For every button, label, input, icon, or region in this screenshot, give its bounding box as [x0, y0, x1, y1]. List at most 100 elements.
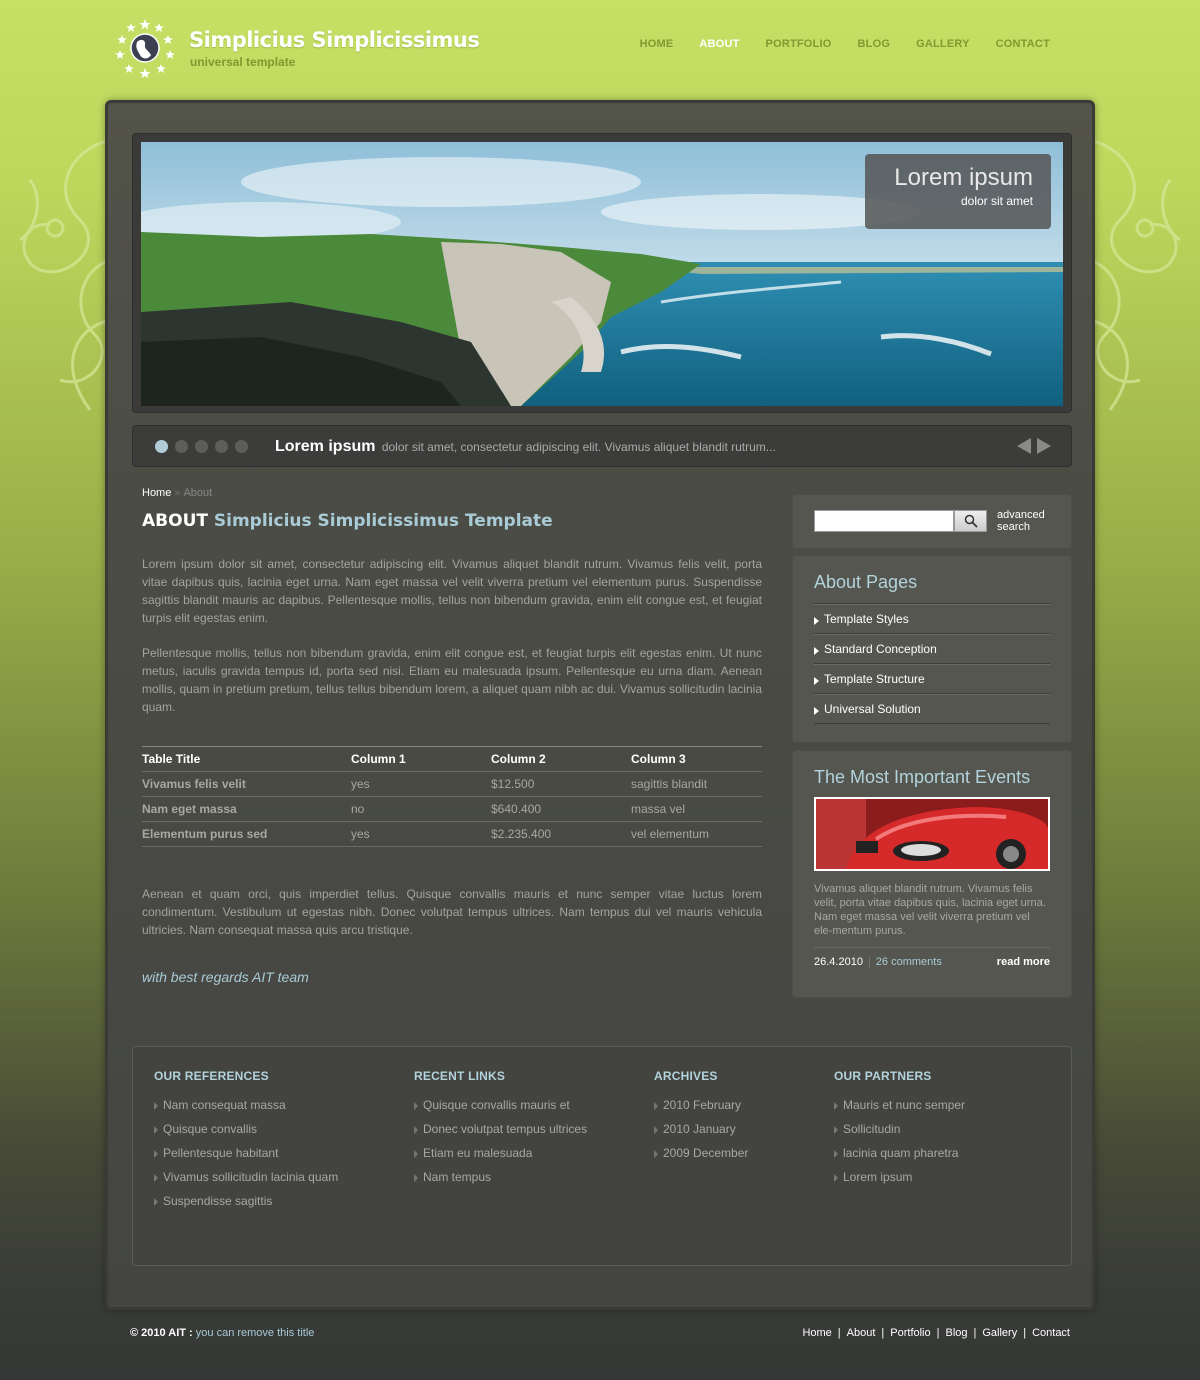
slider-dot-5[interactable] — [235, 440, 248, 453]
event-comments-link[interactable]: 26 comments — [876, 956, 942, 968]
slider-caption-subtitle: dolor sit amet — [960, 194, 1033, 208]
footer-link[interactable]: Nam tempus — [414, 1170, 587, 1194]
slider-controls: Lorem ipsum dolor sit amet, consectetur … — [132, 425, 1072, 467]
about-pages-list: Template Styles Standard Conception Temp… — [814, 603, 1050, 724]
about-pages-item-label: Standard Conception — [824, 642, 937, 656]
site-header: Simplicius Simplicissimus universal temp… — [0, 0, 1200, 95]
bottom-bar: © 2010 AIT : you can remove this title H… — [130, 1327, 1070, 1339]
page-title-prefix: ABOUT — [142, 511, 208, 531]
next-arrow-icon[interactable] — [1037, 438, 1051, 454]
slider-dot-1[interactable] — [155, 440, 168, 453]
nav-blog[interactable]: BLOG — [845, 38, 904, 50]
footer-link-label: Nam tempus — [423, 1170, 492, 1184]
bottom-link-blog[interactable]: Blog — [945, 1327, 967, 1339]
footer-link[interactable]: Suspendisse sagittis — [154, 1194, 338, 1218]
prev-arrow-icon[interactable] — [1017, 438, 1031, 454]
triangle-bullet-icon — [654, 1126, 658, 1134]
footer-column-title: OUR PARTNERS — [834, 1069, 932, 1083]
slider-dot-2[interactable] — [175, 440, 188, 453]
footer-link[interactable]: 2010 February — [654, 1098, 748, 1122]
about-pages-box: About Pages Template Styles Standard Con… — [792, 555, 1072, 743]
footer-link[interactable]: Quisque convallis — [154, 1122, 338, 1146]
nav-portfolio[interactable]: PORTFOLIO — [753, 38, 845, 50]
signature: with best regards AIT team — [142, 969, 309, 985]
breadcrumb-home[interactable]: Home — [142, 487, 171, 499]
brand-title[interactable]: Simplicius Simplicissimus — [189, 28, 480, 52]
page-title-rest: Simplicius Simplicissimus Template — [213, 511, 553, 531]
table-header-row: Table Title Column 1 Column 2 Column 3 — [142, 746, 762, 772]
footer-link[interactable]: Vivamus sollicitudin lacinia quam — [154, 1170, 338, 1194]
about-pages-item[interactable]: Standard Conception — [814, 634, 1050, 664]
search-icon — [964, 514, 978, 528]
advanced-search-line1: advanced — [997, 509, 1045, 521]
slide-title: Lorem ipsum — [275, 438, 376, 455]
slider-dot-4[interactable] — [215, 440, 228, 453]
triangle-bullet-icon — [154, 1174, 158, 1182]
about-pages-item[interactable]: Template Structure — [814, 664, 1050, 694]
footer-link-label: Quisque convallis mauris et — [423, 1098, 570, 1112]
bottom-link-portfolio[interactable]: Portfolio — [890, 1327, 930, 1339]
table-row: Nam eget massa no $640.400 massa vel — [142, 796, 762, 822]
footer-link-label: Nam consequat massa — [163, 1098, 286, 1112]
footer-link[interactable]: Quisque convallis mauris et — [414, 1098, 587, 1122]
footer-column-recent-links: RECENT LINKS Quisque convallis mauris et… — [414, 1069, 587, 1194]
bottom-link-gallery[interactable]: Gallery — [982, 1327, 1017, 1339]
table-cell: Nam eget massa — [142, 796, 351, 822]
table-cell: vel elementum — [631, 821, 762, 847]
brand-subtitle: universal template — [190, 55, 296, 69]
table-row: Vivamus felis velit yes $12.500 sagittis… — [142, 771, 762, 797]
event-image-red-car[interactable] — [814, 797, 1050, 871]
slider-dot-3[interactable] — [195, 440, 208, 453]
footer-column-references: OUR REFERENCES Nam consequat massa Quisq… — [154, 1069, 338, 1218]
triangle-bullet-icon — [834, 1174, 838, 1182]
table-cell: $2.235.400 — [491, 821, 631, 847]
footer-link[interactable]: Mauris et nunc semper — [834, 1098, 965, 1122]
advanced-search-link[interactable]: advanced search — [997, 509, 1045, 533]
globe-stars-logo[interactable] — [115, 18, 175, 78]
bottom-separator: | — [1023, 1327, 1027, 1339]
triangle-bullet-icon — [414, 1126, 418, 1134]
footer-column-archives: ARCHIVES 2010 February 2010 January 2009… — [654, 1069, 748, 1170]
triangle-bullet-icon — [154, 1198, 158, 1206]
second-paragraph: Pellentesque mollis, tellus non bibendum… — [142, 646, 762, 714]
copyright-note[interactable]: you can remove this title — [196, 1327, 315, 1339]
footer-column-title: RECENT LINKS — [414, 1069, 506, 1083]
main-frame: Lorem ipsum dolor sit amet Lorem ipsum d… — [105, 100, 1095, 1310]
footer-link[interactable]: Pellentesque habitant — [154, 1146, 338, 1170]
footer-link[interactable]: Etiam eu malesuada — [414, 1146, 587, 1170]
table-cell: $12.500 — [491, 771, 631, 797]
about-pages-item[interactable]: Universal Solution — [814, 694, 1050, 724]
event-date: 26.4.2010 — [814, 956, 863, 968]
nav-about[interactable]: ABOUT — [686, 38, 752, 50]
triangle-bullet-icon — [814, 647, 819, 655]
nav-gallery[interactable]: GALLERY — [903, 38, 983, 50]
main-nav: HOME ABOUT PORTFOLIO BLOG GALLERY CONTAC… — [627, 38, 1063, 50]
footer-link[interactable]: Nam consequat massa — [154, 1098, 338, 1122]
nav-contact[interactable]: CONTACT — [983, 38, 1063, 50]
search-input[interactable] — [814, 510, 954, 532]
footer-link[interactable]: Donec volutpat tempus ultrices — [414, 1122, 587, 1146]
nav-home[interactable]: HOME — [627, 38, 687, 50]
footer-link[interactable]: 2010 January — [654, 1122, 748, 1146]
event-description: Vivamus aliquet blandit rutrum. Vivamus … — [814, 883, 1046, 937]
main-content: Home» About ABOUT Simplicius Simplicissim… — [142, 487, 762, 985]
search-button[interactable] — [954, 510, 987, 532]
table-cell: $640.400 — [491, 796, 631, 822]
about-pages-item[interactable]: Template Styles — [814, 604, 1050, 634]
triangle-bullet-icon — [414, 1150, 418, 1158]
footer-link[interactable]: Sollicitudin — [834, 1122, 965, 1146]
bottom-separator: | — [881, 1327, 885, 1339]
footer-link[interactable]: lacinia quam pharetra — [834, 1146, 965, 1170]
bottom-link-home[interactable]: Home — [802, 1327, 831, 1339]
read-more-link[interactable]: read more — [997, 956, 1050, 968]
events-box: The Most Important Events Vivamus alique… — [792, 750, 1072, 998]
table-row: Elementum purus sed yes $2.235.400 vel e… — [142, 821, 762, 847]
bottom-link-contact[interactable]: Contact — [1032, 1327, 1070, 1339]
breadcrumb-separator: » — [174, 487, 181, 499]
bottom-link-about[interactable]: About — [847, 1327, 876, 1339]
footer-link[interactable]: Lorem ipsum — [834, 1170, 965, 1194]
event-meta: 26.4.2010 | 26 comments read more — [814, 947, 1050, 968]
about-pages-item-label: Universal Solution — [824, 702, 921, 716]
triangle-bullet-icon — [414, 1102, 418, 1110]
footer-link[interactable]: 2009 December — [654, 1146, 748, 1170]
